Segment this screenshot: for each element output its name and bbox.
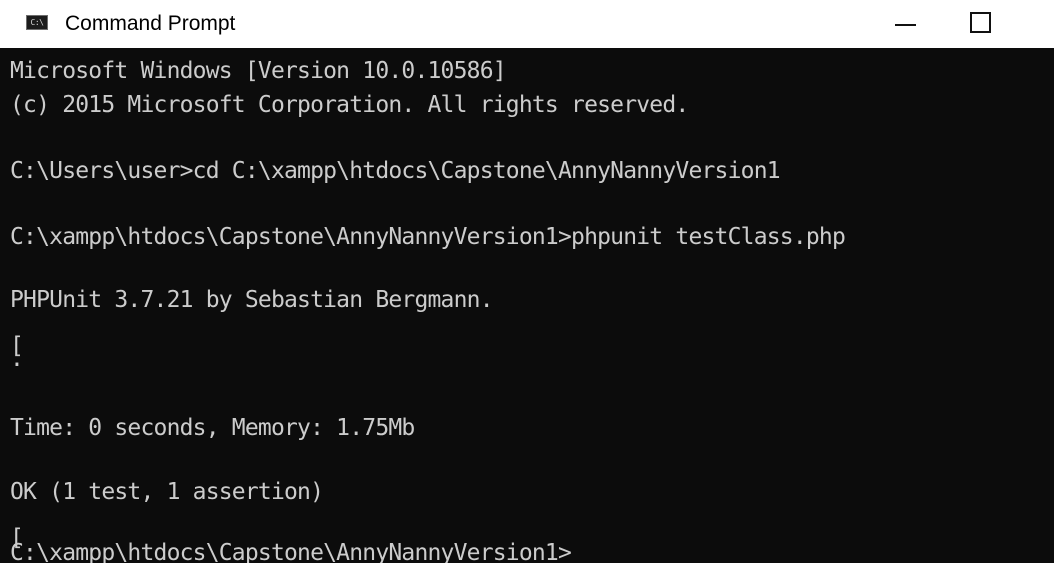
console-output[interactable]: Microsoft Windows [Version 10.0.10586] (… [0, 48, 1054, 563]
minimize-icon [895, 24, 916, 26]
maximize-icon [970, 12, 991, 33]
command-prompt-window: C:\ Command Prompt Microsoft Windows [Ve… [0, 0, 1054, 563]
console-line: C:\Users\user>cd C:\xampp\htdocs\Capston… [10, 158, 781, 184]
console-line: C:\xampp\htdocs\Capstone\AnnyNannyVersio… [10, 224, 846, 250]
maximize-button[interactable] [944, 0, 1020, 48]
cmd-icon: C:\ [26, 15, 48, 30]
console-line: . [10, 346, 24, 372]
console-line: Microsoft Windows [Version 10.0.10586] [10, 58, 507, 84]
window-title: Command Prompt [65, 12, 236, 35]
title-bar[interactable]: C:\ Command Prompt [0, 0, 1054, 48]
console-line: OK (1 test, 1 assertion) [10, 479, 324, 505]
console-line: (c) 2015 Microsoft Corporation. All righ… [10, 92, 689, 118]
console-line: Time: 0 seconds, Memory: 1.75Mb [10, 415, 415, 441]
console-line: PHPUnit 3.7.21 by Sebastian Bergmann. [10, 287, 494, 313]
console-line: C:\xampp\htdocs\Capstone\AnnyNannyVersio… [10, 540, 572, 563]
minimize-button[interactable] [868, 0, 944, 48]
